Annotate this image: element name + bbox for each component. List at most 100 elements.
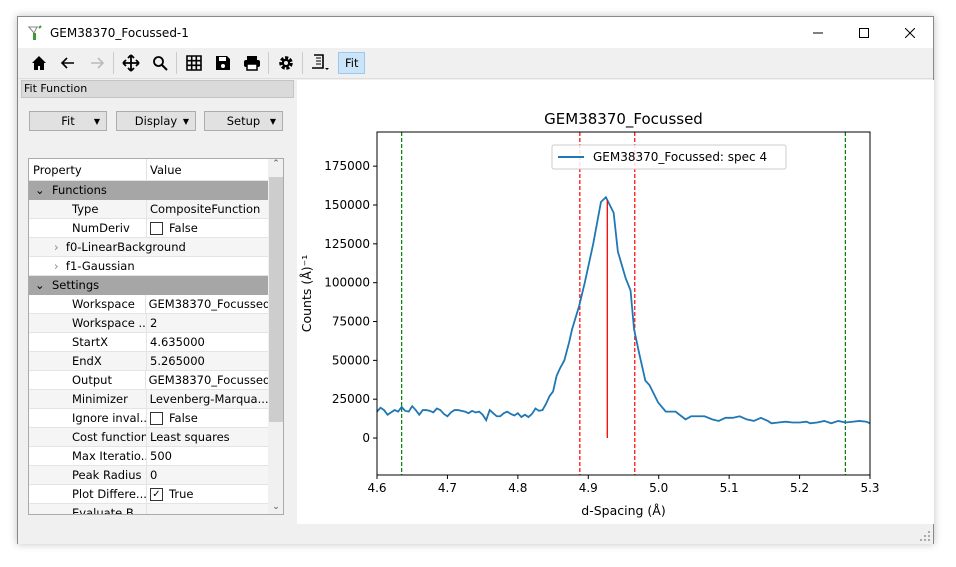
dropdown-arrow-icon: ▼: [269, 116, 276, 126]
pan-button[interactable]: [116, 50, 145, 76]
chevron-down-icon: ⌄: [35, 278, 45, 292]
home-button[interactable]: [24, 50, 53, 76]
close-button[interactable]: [887, 17, 933, 48]
property-row[interactable]: Ignore inval... False: [29, 409, 268, 428]
save-button[interactable]: [208, 50, 237, 76]
resize-grip-icon[interactable]: [920, 531, 930, 541]
settings-button[interactable]: [271, 50, 300, 76]
script-icon: [311, 54, 329, 70]
x-tick-label: 4.6: [367, 481, 386, 495]
property-value[interactable]: GEM38370_Focussed: [146, 371, 268, 389]
scroll-up-icon[interactable]: ⌃: [268, 159, 283, 169]
group-settings[interactable]: ⌄ Settings: [29, 276, 268, 295]
zoom-icon: [152, 56, 168, 71]
setup-dropdown-button[interactable]: Setup ▼: [204, 111, 283, 131]
property-name: StartX: [29, 333, 147, 351]
property-name: Output: [29, 371, 146, 389]
toolbar: Fit: [18, 48, 933, 79]
property-row[interactable]: Workspace ... 2: [29, 314, 268, 333]
scrollbar-thumb[interactable]: [269, 177, 283, 422]
app-icon: [28, 24, 42, 40]
scroll-down-icon[interactable]: ⌄: [268, 502, 283, 512]
property-value[interactable]: [147, 504, 150, 514]
property-value[interactable]: 0: [147, 466, 157, 484]
status-bar: [18, 525, 933, 544]
series-line: [376, 195, 871, 425]
property-value[interactable]: 2: [147, 314, 157, 332]
property-row[interactable]: Workspace GEM38370_Focussed: [29, 295, 268, 314]
property-row[interactable]: NumDeriv False: [29, 219, 268, 238]
property-row[interactable]: EndX 5.265000: [29, 352, 268, 371]
y-tick-label: 0: [362, 431, 370, 445]
pan-icon: [121, 54, 140, 72]
title-bar: GEM38370_Focussed-1: [18, 17, 933, 48]
dropdown-arrow-icon: ▼: [182, 116, 189, 126]
grid-button[interactable]: [179, 50, 208, 76]
property-row[interactable]: Minimizer Levenberg-Marqua...: [29, 390, 268, 409]
display-dropdown-button[interactable]: Display ▼: [116, 111, 196, 131]
property-row[interactable]: Cost function Least squares: [29, 428, 268, 447]
property-value[interactable]: Least squares: [147, 428, 230, 446]
property-value[interactable]: 4.635000: [147, 333, 205, 351]
plot-canvas[interactable]: GEM38370_Focussed 4.6 4.7 4.8 4.9 5.0 5.1 5.2 5.…: [297, 80, 934, 524]
minimize-button[interactable]: [795, 17, 841, 48]
dropdown-arrow-icon: ▼: [93, 116, 100, 126]
forward-icon: [90, 57, 104, 69]
subfunction-row[interactable]: › f1-Gaussian: [29, 257, 268, 276]
chart-title: GEM38370_Focussed: [544, 110, 703, 129]
property-name: Ignore inval...: [29, 409, 147, 427]
home-icon: [31, 56, 46, 70]
checkbox[interactable]: [150, 221, 163, 235]
vertical-scrollbar[interactable]: ⌃ ⌄: [268, 159, 283, 514]
property-table: Property Value ⌄ Functions Type Composite…: [28, 158, 284, 515]
fit-dropdown-button[interactable]: Fit ▼: [29, 111, 107, 131]
maximize-button[interactable]: [841, 17, 887, 48]
checkbox[interactable]: ✓: [150, 487, 163, 501]
property-name: Type: [29, 200, 147, 218]
checkbox[interactable]: [150, 411, 163, 425]
x-tick-label: 4.9: [579, 481, 598, 495]
x-axis-label: d-Spacing (Å): [581, 503, 665, 518]
y-tick-label: 25000: [332, 392, 370, 406]
property-value[interactable]: 5.265000: [147, 352, 205, 370]
y-tick-label: 100000: [324, 276, 370, 290]
property-value[interactable]: CompositeFunction: [147, 200, 260, 218]
print-button[interactable]: [237, 50, 266, 76]
property-row[interactable]: Plot Differe... ✓ True: [29, 485, 268, 504]
property-value[interactable]: Levenberg-Marqua...: [147, 390, 268, 408]
property-name: Peak Radius: [29, 466, 147, 484]
group-functions[interactable]: ⌄ Functions: [29, 181, 268, 200]
property-value[interactable]: ✓ True: [147, 485, 193, 503]
chevron-right-icon: ›: [54, 240, 59, 254]
property-value[interactable]: GEM38370_Focussed: [146, 295, 268, 313]
chevron-down-icon: ⌄: [35, 183, 45, 197]
property-row[interactable]: Output GEM38370_Focussed: [29, 371, 268, 390]
chart[interactable]: GEM38370_Focussed 4.6 4.7 4.8 4.9 5.0 5.1 5.2 5.…: [297, 80, 934, 524]
property-row[interactable]: Evaluate B...: [29, 504, 268, 514]
y-tick-label: 175000: [324, 159, 370, 173]
back-button[interactable]: [53, 50, 82, 76]
property-row[interactable]: Peak Radius 0: [29, 466, 268, 485]
forward-button[interactable]: [82, 50, 111, 76]
x-tick-label: 5.1: [720, 481, 739, 495]
property-row[interactable]: Type CompositeFunction: [29, 200, 268, 219]
property-name: Minimizer: [29, 390, 147, 408]
property-value[interactable]: 500: [147, 447, 172, 465]
zoom-button[interactable]: [145, 50, 174, 76]
y-tick-label: 150000: [324, 198, 370, 212]
back-icon: [60, 57, 74, 69]
property-value[interactable]: False: [147, 409, 198, 427]
print-icon: [243, 56, 260, 71]
settings-icon: [278, 56, 293, 70]
fit-toggle-button[interactable]: Fit: [338, 52, 366, 74]
property-row[interactable]: Max Iteratio... 500: [29, 447, 268, 466]
plot-frame: [376, 131, 871, 476]
subfunction-row[interactable]: › f0-LinearBackground: [29, 238, 268, 257]
property-row[interactable]: StartX 4.635000: [29, 333, 268, 352]
property-value[interactable]: False: [147, 219, 198, 237]
property-name: Max Iteratio...: [29, 447, 147, 465]
x-tick-label: 5.2: [790, 481, 809, 495]
chevron-right-icon: ›: [54, 259, 59, 273]
generate-script-button[interactable]: [305, 50, 334, 76]
x-tick-label: 4.8: [508, 481, 527, 495]
